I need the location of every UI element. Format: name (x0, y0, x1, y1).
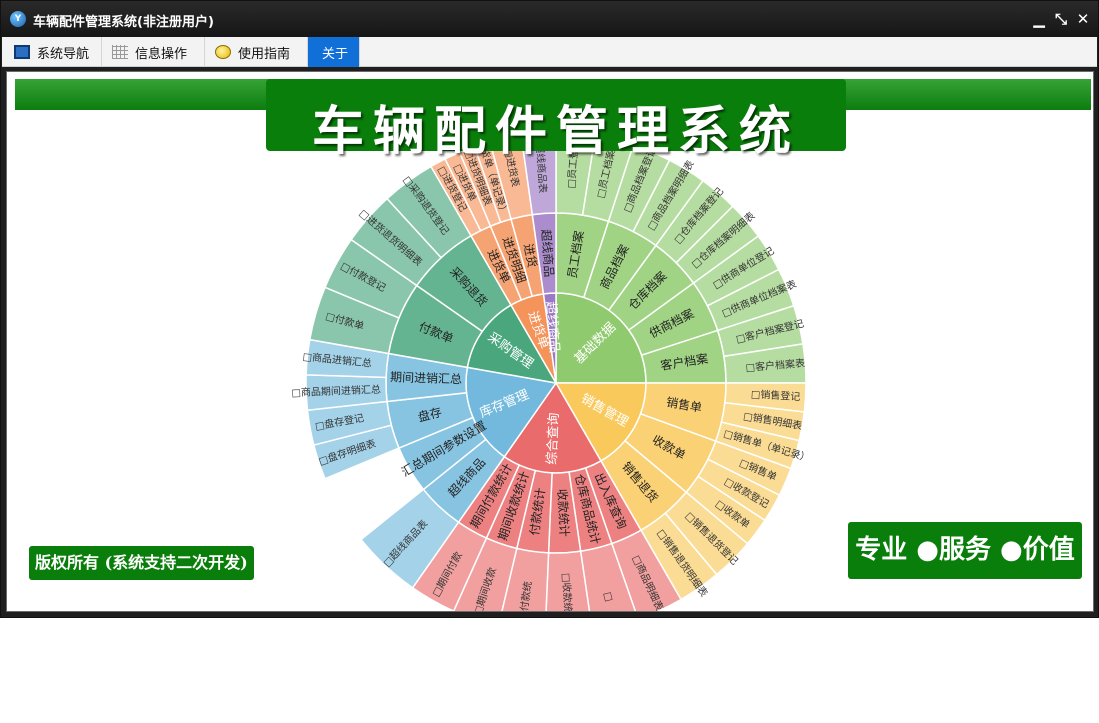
lightbulb-icon (215, 45, 231, 59)
monitor-icon (14, 45, 30, 59)
minimize-button[interactable]: ▁ (1030, 9, 1048, 29)
tab-system-nav[interactable]: 系统导航 (4, 37, 102, 67)
title-bar: Y 车辆配件管理系统(非注册用户) ▁ ⤡ ✕ (1, 1, 1098, 37)
window-title: 车辆配件管理系统(非注册用户) (33, 15, 214, 30)
title-banner: 车辆配件管理系统 (266, 79, 846, 162)
tab-user-guide[interactable]: 使用指南 (205, 37, 308, 67)
app-logo-icon: Y (10, 11, 26, 27)
grid-icon (112, 45, 128, 59)
sunburst-module-label: 期间进销汇总 (390, 370, 462, 386)
copyright-label: 版权所有 (系统支持二次开发) (29, 546, 254, 580)
tab-info-operation[interactable]: 信息操作 (102, 37, 205, 67)
tab-label: 关于 (322, 46, 349, 62)
tab-label: 使用指南 (238, 46, 291, 62)
menu-bar: 系统导航 信息操作 使用指南 关于 (2, 37, 1097, 67)
sunburst-module-label: 收款统计 (555, 488, 571, 537)
slogan-label: 专业 ●服务 ●价值 (848, 522, 1082, 579)
restore-button[interactable]: ⤡ (1052, 9, 1070, 29)
tab-label: 系统导航 (37, 46, 90, 62)
main-content: 基础数据 员工档案 □员工登记 □员工档案表 商品档案 □商品档案登记 □商品档案明细表 仓库… (6, 71, 1094, 612)
sunburst-category-label: 综合查询 (545, 412, 562, 465)
page-title: 车辆配件管理系统 (311, 102, 800, 162)
close-button[interactable]: ✕ (1074, 9, 1092, 29)
tab-label: 信息操作 (135, 46, 188, 62)
tab-about[interactable]: 关于 (308, 37, 360, 67)
app-window: Y 车辆配件管理系统(非注册用户) ▁ ⤡ ✕ 系统导航 信息操作 使用指南 关… (0, 0, 1099, 618)
